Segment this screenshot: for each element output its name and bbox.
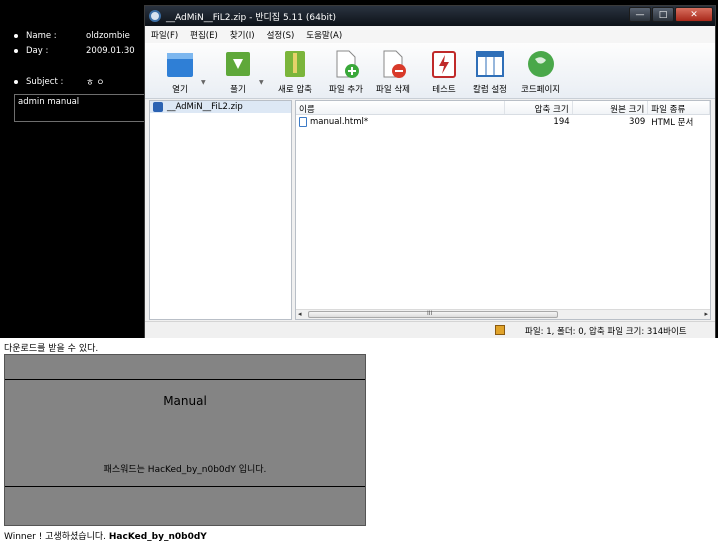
extract-icon bbox=[226, 52, 250, 76]
scroll-right-arrow-icon[interactable]: ▸ bbox=[704, 310, 708, 318]
folder-tree[interactable]: __AdMiN__FiL2.zip bbox=[149, 100, 292, 320]
open-dropdown-arrow-icon[interactable]: ▼ bbox=[201, 79, 206, 86]
original-size-cell: 309 bbox=[629, 117, 646, 127]
file-name-cell: manual.html* bbox=[296, 116, 505, 128]
file-type-cell: HTML 문서 bbox=[651, 118, 694, 128]
subject-label: Subject : bbox=[26, 77, 64, 87]
codepage-globe-icon bbox=[527, 51, 554, 77]
new-archive-button[interactable]: 새로 압축 bbox=[278, 49, 312, 95]
menu-settings[interactable]: 설정(S) bbox=[267, 29, 295, 41]
manual-password-text: 패스워드는 HacKed_by_n0b0dY 입니다. bbox=[103, 465, 267, 475]
html-file-icon bbox=[299, 117, 307, 127]
divider bbox=[5, 486, 365, 487]
day-label: Day : bbox=[26, 46, 49, 56]
column-header-compressed-size[interactable]: 압축 크기 bbox=[505, 101, 573, 115]
status-bar: 파일: 1, 폴더: 0, 압축 파일 크기: 314바이트 bbox=[145, 321, 715, 338]
list-header: 이름 압축 크기 원본 크기 파일 종류 bbox=[296, 101, 710, 115]
tree-item-label: __AdMiN__FiL2.zip bbox=[167, 102, 243, 112]
column-settings-icon bbox=[475, 51, 504, 77]
column-header-name[interactable]: 이름 bbox=[296, 101, 505, 115]
add-file-icon bbox=[336, 50, 359, 78]
bullet-icon bbox=[14, 34, 18, 38]
menu-find[interactable]: 찾기(I) bbox=[230, 29, 255, 41]
compressed-size-cell: 194 bbox=[553, 117, 570, 127]
divider bbox=[5, 379, 365, 380]
subject-row: Subject : ㅎ ㅇ bbox=[14, 76, 104, 88]
subject-value: ㅎ ㅇ bbox=[86, 78, 105, 88]
add-file-label: 파일 추가 bbox=[329, 85, 363, 95]
horizontal-scrollbar[interactable]: ◂ III ▸ bbox=[296, 309, 710, 319]
name-value: oldzombie bbox=[86, 31, 130, 41]
extract-label: 풀기 bbox=[230, 85, 246, 95]
codepage-button[interactable]: 코드페이지 bbox=[521, 49, 560, 95]
day-value: 2009.01.30 bbox=[86, 46, 135, 56]
file-name: manual.html* bbox=[310, 117, 369, 127]
manual-title: Manual bbox=[163, 394, 207, 408]
winner-password: HacKed_by_n0b0dY bbox=[108, 532, 207, 542]
codepage-label: 코드페이지 bbox=[521, 85, 561, 95]
tree-item-archive[interactable]: __AdMiN__FiL2.zip bbox=[150, 101, 291, 113]
window-title: __AdMiN__FiL2.zip - 반디집 5.11 (64bit) bbox=[166, 12, 337, 23]
menu-edit[interactable]: 편집(E) bbox=[190, 29, 218, 41]
name-row: Name : oldzombie bbox=[14, 31, 130, 41]
delete-file-label: 파일 삭제 bbox=[376, 85, 410, 95]
scrollbar-thumb[interactable]: III bbox=[308, 310, 558, 318]
open-folder-icon bbox=[167, 53, 193, 77]
new-archive-label: 새로 압축 bbox=[278, 85, 312, 95]
column-header-file-type[interactable]: 파일 종류 bbox=[648, 101, 710, 115]
menu-file[interactable]: 파일(F) bbox=[151, 29, 178, 41]
new-archive-icon bbox=[284, 51, 305, 77]
open-label: 열기 bbox=[172, 85, 188, 95]
title-bar[interactable]: __AdMiN__FiL2.zip - 반디집 5.11 (64bit) — □… bbox=[145, 6, 715, 26]
manual-preview: Manual 패스워드는 HacKed_by_n0b0dY 입니다. bbox=[4, 354, 366, 526]
add-file-button[interactable]: 파일 추가 bbox=[329, 49, 363, 95]
status-text: 파일: 1, 폴더: 0, 압축 파일 크기: 314바이트 bbox=[525, 327, 687, 337]
bullet-icon bbox=[14, 80, 18, 84]
window-controls: — □ ✕ bbox=[628, 7, 713, 22]
toolbar: 열기 ▼ 풀기 ▼ 새로 압축 파일 추가 파일 삭제 테스트 칼럼 설정 코드… bbox=[145, 43, 715, 99]
winner-text: Winner ! 고생하셨습니다. bbox=[4, 532, 106, 542]
scroll-left-arrow-icon[interactable]: ◂ bbox=[298, 310, 302, 318]
minimize-button[interactable]: — bbox=[629, 7, 651, 22]
column-settings-button[interactable]: 칼럼 설정 bbox=[473, 49, 507, 95]
extract-button[interactable]: 풀기 ▼ bbox=[223, 49, 264, 95]
winner-caption: Winner ! 고생하셨습니다. HacKed_by_n0b0dY bbox=[4, 529, 207, 542]
archive-icon bbox=[153, 102, 163, 112]
close-button[interactable]: ✕ bbox=[675, 7, 713, 22]
test-icon bbox=[432, 51, 456, 78]
file-list[interactable]: 이름 압축 크기 원본 크기 파일 종류 manual.html* 194 30… bbox=[295, 100, 711, 320]
extract-dropdown-arrow-icon[interactable]: ▼ bbox=[259, 79, 264, 86]
maximize-button[interactable]: □ bbox=[652, 7, 674, 22]
menu-bar: 파일(F) 편집(E) 찾기(I) 설정(S) 도움말(A) bbox=[145, 26, 715, 43]
table-row[interactable]: manual.html* 194 309 HTML 문서 bbox=[296, 115, 710, 129]
bullet-icon bbox=[14, 49, 18, 53]
scroll-grip: III bbox=[427, 310, 433, 317]
test-button[interactable]: 테스트 bbox=[429, 49, 459, 95]
delete-file-icon bbox=[383, 50, 406, 78]
day-row: Day : 2009.01.30 bbox=[14, 46, 135, 56]
name-label: Name : bbox=[26, 31, 57, 41]
bandizip-window: __AdMiN__FiL2.zip - 반디집 5.11 (64bit) — □… bbox=[144, 5, 716, 338]
menu-help[interactable]: 도움말(A) bbox=[306, 29, 342, 41]
test-label: 테스트 bbox=[432, 85, 456, 95]
column-settings-label: 칼럼 설정 bbox=[473, 85, 507, 95]
archive-status-icon bbox=[495, 325, 505, 335]
subject-content-box: admin manual bbox=[14, 94, 148, 122]
open-button[interactable]: 열기 ▼ bbox=[165, 49, 206, 95]
download-caption: 다운로드를 받을 수 있다. bbox=[4, 344, 99, 354]
bandizip-app-icon[interactable] bbox=[149, 10, 161, 22]
column-header-original-size[interactable]: 원본 크기 bbox=[573, 101, 649, 115]
delete-file-button[interactable]: 파일 삭제 bbox=[376, 49, 410, 95]
